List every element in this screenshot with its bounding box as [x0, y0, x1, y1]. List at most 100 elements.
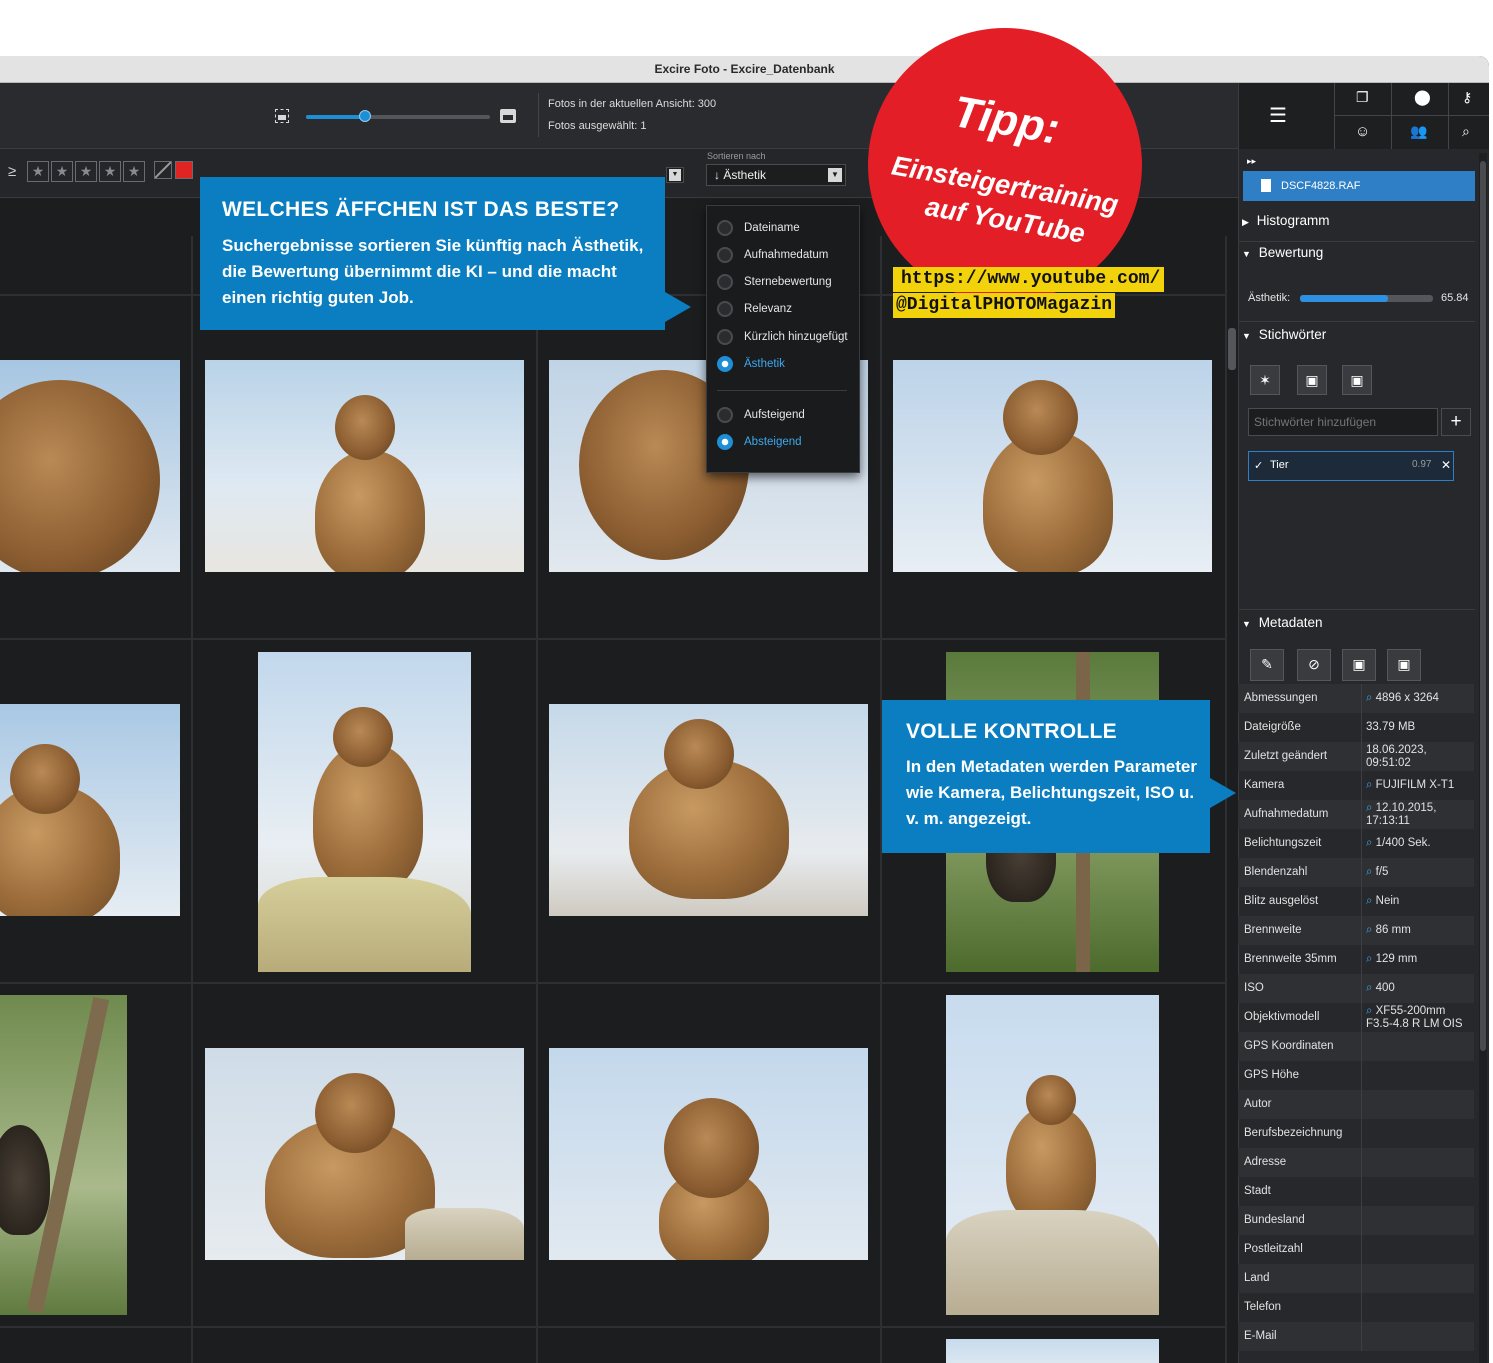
- location-button[interactable]: ⬤: [1392, 83, 1449, 116]
- search-icon[interactable]: ⌕: [1366, 866, 1376, 878]
- metadata-key: Adresse: [1244, 1156, 1287, 1168]
- search-button[interactable]: ⌕: [1449, 116, 1489, 149]
- import-icon: ▣: [1305, 372, 1319, 388]
- sort-option-relevanz[interactable]: Relevanz: [744, 303, 792, 315]
- metadata-callout-title: VOLLE KONTROLLE: [906, 720, 1117, 743]
- radio-aufsteigend[interactable]: [717, 407, 733, 423]
- thumbnail-small-icon[interactable]: [275, 109, 289, 123]
- photo-thumbnail[interactable]: [205, 1048, 524, 1260]
- star-icon[interactable]: ★: [51, 161, 73, 182]
- photo-thumbnail[interactable]: [0, 704, 180, 916]
- search-icon[interactable]: ⌕: [1366, 895, 1376, 907]
- face-icon: ☺: [1355, 123, 1371, 140]
- radio-kuerzlich[interactable]: [717, 329, 733, 345]
- metadata-key: Autor: [1244, 1098, 1272, 1110]
- search-icon[interactable]: ⌕: [1366, 802, 1376, 814]
- zoom-slider-handle[interactable]: [358, 110, 371, 122]
- zoom-slider[interactable]: [306, 110, 490, 122]
- divider: [1361, 974, 1362, 1003]
- keyword-import-button[interactable]: ▣: [1297, 365, 1327, 395]
- metadata-value: ⌕ f/5: [1366, 858, 1474, 887]
- sort-option-aesthetik[interactable]: Ästhetik: [744, 358, 785, 370]
- radio-dateiname[interactable]: [717, 220, 733, 236]
- sort-dropdown[interactable]: ↓ Ästhetik ▼: [706, 164, 846, 186]
- photo-thumbnail[interactable]: [258, 652, 471, 972]
- metadata-value-text: 129 mm: [1375, 953, 1418, 965]
- keyword-tag[interactable]: ✓ Tier 0.97 ✕: [1248, 451, 1454, 481]
- youtube-url-line2[interactable]: @DigitalPHOTOMagazin: [893, 293, 1116, 318]
- keyword-export-button[interactable]: ▣: [1342, 365, 1372, 395]
- search-icon[interactable]: ⌕: [1366, 779, 1376, 791]
- youtube-url-line1[interactable]: https://www.youtube.com/: [893, 267, 1165, 292]
- hide-metadata-button[interactable]: ⊘: [1297, 649, 1331, 681]
- export-metadata-button[interactable]: ▣: [1387, 649, 1421, 681]
- metadata-row: GPS Höhe: [1238, 1061, 1474, 1090]
- radio-sternebewertung[interactable]: [717, 274, 733, 290]
- metadata-callout-body: In den Metadaten werden Parameter wie Ka…: [906, 757, 1197, 828]
- selected-file[interactable]: DSCF4828.RAF: [1243, 171, 1475, 201]
- add-keyword-button[interactable]: +: [1441, 408, 1471, 436]
- remove-keyword-icon[interactable]: ✕: [1441, 458, 1451, 472]
- stack-button[interactable]: ❐: [1335, 83, 1392, 116]
- divider: [1361, 1177, 1362, 1206]
- star-icon[interactable]: ★: [27, 161, 49, 182]
- metadata-key: Berufsbezeichnung: [1244, 1127, 1343, 1139]
- radio-relevanz[interactable]: [717, 301, 733, 317]
- photo-thumbnail[interactable]: [549, 1048, 868, 1260]
- search-icon[interactable]: ⌕: [1366, 924, 1376, 936]
- metadata-key: GPS Koordinaten: [1244, 1040, 1334, 1052]
- photo-thumbnail[interactable]: [0, 360, 180, 572]
- face-button[interactable]: ☺: [1335, 116, 1392, 149]
- thumbnail-large-icon[interactable]: [500, 109, 516, 123]
- sort-option-dateiname[interactable]: Dateiname: [744, 222, 800, 234]
- sidebar-scrollbar[interactable]: [1479, 153, 1487, 1363]
- sort-callout: WELCHES ÄFFCHEN IST DAS BESTE? Suchergeb…: [200, 177, 665, 330]
- search-icon[interactable]: ⌕: [1366, 953, 1376, 965]
- search-icon[interactable]: ⌕: [1366, 1005, 1376, 1017]
- sort-option-aufnahmedatum[interactable]: Aufnahmedatum: [744, 249, 828, 261]
- keyword-person-button[interactable]: ✶: [1250, 365, 1280, 395]
- divider: [1361, 1119, 1362, 1148]
- filter-dropdown[interactable]: ▼: [666, 167, 684, 183]
- keyword-input[interactable]: [1248, 408, 1438, 436]
- divider: [1361, 1264, 1362, 1293]
- radio-absteigend[interactable]: [717, 434, 733, 450]
- edit-metadata-button[interactable]: ✎: [1250, 649, 1284, 681]
- photo-thumbnail[interactable]: [205, 360, 524, 572]
- sort-option-sternebewertung[interactable]: Sternebewertung: [744, 276, 832, 288]
- metadata-value: ⌕ 1/400 Sek.: [1366, 829, 1474, 858]
- histogram-section[interactable]: ▶ Histogramm: [1242, 213, 1329, 228]
- color-label-red[interactable]: [175, 161, 193, 179]
- sort-order-absteigend[interactable]: Absteigend: [744, 436, 802, 448]
- sort-callout-arrow: [665, 292, 691, 322]
- color-label-none[interactable]: [154, 161, 172, 179]
- photo-thumbnail[interactable]: [893, 360, 1212, 572]
- star-icon[interactable]: ★: [75, 161, 97, 182]
- sort-option-kuerzlich[interactable]: Kürzlich hinzugefügt: [744, 331, 848, 343]
- metadata-value-text: Nein: [1375, 895, 1400, 907]
- star-rating-filter[interactable]: ★ ★ ★ ★ ★: [27, 161, 145, 182]
- star-icon[interactable]: ★: [99, 161, 121, 182]
- star-icon[interactable]: ★: [123, 161, 145, 182]
- radio-aufnahmedatum[interactable]: [717, 247, 733, 263]
- expand-icon[interactable]: ▸▸: [1247, 156, 1256, 167]
- sort-order-aufsteigend[interactable]: Aufsteigend: [744, 409, 805, 421]
- search-icon[interactable]: ⌕: [1366, 982, 1376, 994]
- photo-thumbnail[interactable]: [946, 1339, 1159, 1363]
- photo-thumbnail[interactable]: [549, 704, 868, 916]
- keywords-section[interactable]: ▼ Stichwörter: [1242, 327, 1326, 342]
- radio-aesthetik[interactable]: [717, 356, 733, 372]
- photo-thumbnail[interactable]: [0, 995, 127, 1315]
- photo-thumbnail[interactable]: [946, 995, 1159, 1315]
- chevron-right-icon: ▶: [1242, 217, 1249, 227]
- search-icon[interactable]: ⌕: [1366, 692, 1376, 704]
- sort-callout-title: WELCHES ÄFFCHEN IST DAS BESTE?: [222, 198, 620, 221]
- people-button[interactable]: 👥: [1392, 116, 1449, 149]
- grid-scrollbar[interactable]: [1228, 328, 1236, 370]
- rating-section[interactable]: ▼ Bewertung: [1242, 245, 1323, 260]
- edit-mode-button[interactable]: ☰: [1239, 83, 1335, 149]
- search-icon[interactable]: ⌕: [1366, 837, 1376, 849]
- import-metadata-button[interactable]: ▣: [1342, 649, 1376, 681]
- tag-button[interactable]: ⚷: [1449, 83, 1489, 116]
- metadata-section[interactable]: ▼ Metadaten: [1242, 615, 1322, 630]
